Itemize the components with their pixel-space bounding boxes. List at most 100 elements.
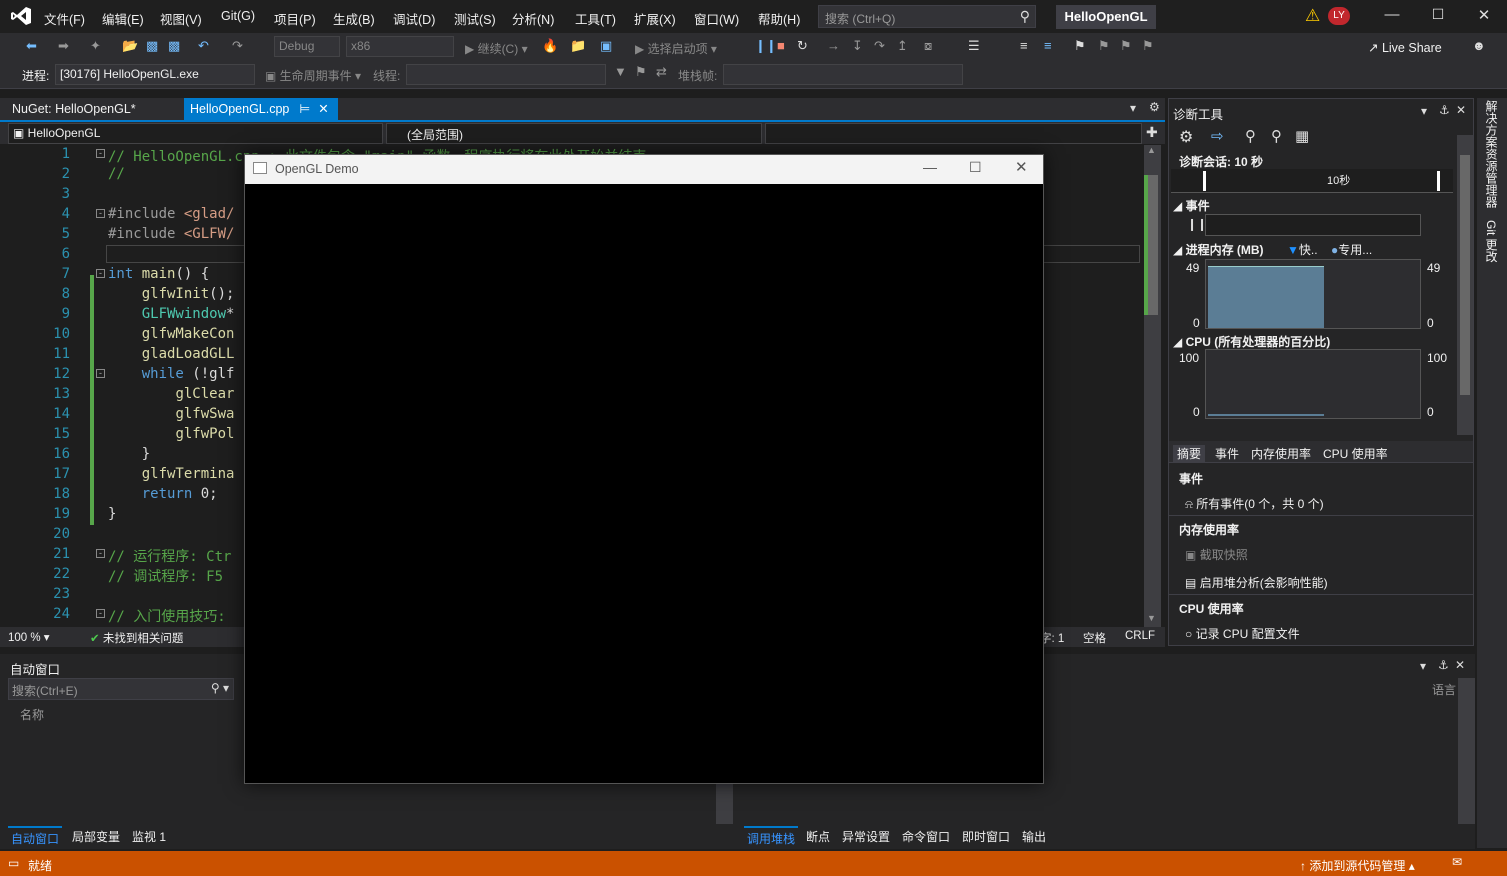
continue-button[interactable]: ▶ 继续(C) ▾ xyxy=(465,40,528,57)
menu-item[interactable]: 生成(B) xyxy=(333,9,375,28)
all-events-link[interactable]: ⍾ 所有事件(0 个，共 0 个) xyxy=(1185,495,1324,512)
code-line[interactable]: // 调试程序: F5 xyxy=(108,566,223,586)
uncomment-icon[interactable]: ≡ xyxy=(1044,38,1052,53)
stop-icon[interactable]: ■ xyxy=(777,38,785,53)
show-next-icon[interactable]: → xyxy=(827,38,840,53)
config-select[interactable]: Debug xyxy=(274,36,340,57)
menu-item[interactable]: Git(G) xyxy=(221,9,255,23)
diag-pin-icon[interactable]: ⚓ xyxy=(1439,103,1450,117)
code-line[interactable]: #include <glad/ xyxy=(108,206,234,222)
editor-scrollbar[interactable]: ▲ ▼ xyxy=(1144,145,1161,627)
screenshot-icon[interactable]: ▣ xyxy=(600,38,612,54)
step-over-icon[interactable]: ↷ xyxy=(874,38,885,54)
diag-export-icon[interactable]: ⇨ xyxy=(1211,127,1224,145)
menu-item[interactable]: 调试(D) xyxy=(393,9,435,28)
heap-profiling-button[interactable]: ▤ 启用堆分析(会影响性能) xyxy=(1185,574,1328,591)
settings-icon[interactable]: ⚙ xyxy=(1149,100,1160,114)
tab-call-stack[interactable]: 调用堆栈 xyxy=(744,826,799,849)
thread-select[interactable] xyxy=(406,64,606,85)
code-line[interactable]: int main() { xyxy=(108,266,209,282)
avatar[interactable]: LY xyxy=(1328,7,1350,25)
opengl-canvas[interactable] xyxy=(245,184,1043,783)
step-into-icon[interactable]: ↧ xyxy=(852,38,863,54)
tab-events[interactable]: 事件 xyxy=(1215,445,1239,462)
zoom-select[interactable]: 100 % ▾ xyxy=(8,630,50,644)
tab-memory-usage[interactable]: 内存使用率 xyxy=(1251,445,1311,462)
code-line[interactable]: glClear xyxy=(108,386,234,402)
threads-icon[interactable]: ☰ xyxy=(968,38,980,54)
opengl-maximize-button[interactable]: ☐ xyxy=(969,159,982,176)
filter-icon[interactable]: ▼ xyxy=(614,64,627,79)
diag-scrollbar[interactable] xyxy=(1457,135,1473,435)
live-share-button[interactable]: ↗ Live Share xyxy=(1368,40,1442,55)
save-icon[interactable]: ▩ xyxy=(146,38,158,54)
menu-item[interactable]: 扩展(X) xyxy=(634,9,676,28)
spaces-indicator[interactable]: 空格 xyxy=(1083,630,1106,646)
opengl-demo-window[interactable]: OpenGL Demo — ☐ ✕ xyxy=(244,154,1044,784)
timeline-end-marker[interactable] xyxy=(1437,171,1440,191)
fold-toggle-icon[interactable]: - xyxy=(96,269,105,278)
undo-icon[interactable]: ↶ xyxy=(198,38,209,54)
code-line[interactable]: // 入门使用技巧: xyxy=(108,606,226,626)
lifecycle-events-button[interactable]: ▣ 生命周期事件 ▾ xyxy=(265,67,361,84)
folder-icon[interactable]: 📁 xyxy=(570,38,586,54)
next-bookmark-icon[interactable]: ⚑ xyxy=(1120,38,1132,54)
scope-select[interactable]: (全局范围) xyxy=(386,123,762,144)
code-line[interactable]: glfwTermina xyxy=(108,466,235,482)
fold-toggle-icon[interactable]: - xyxy=(96,149,105,158)
opengl-title-bar[interactable]: OpenGL Demo — ☐ ✕ xyxy=(245,155,1043,184)
issues-indicator[interactable]: ✔ 未找到相关问题 xyxy=(90,630,183,646)
memory-chart[interactable] xyxy=(1205,259,1421,329)
comment-icon[interactable]: ≡ xyxy=(1020,38,1028,53)
tab-output[interactable]: 输出 xyxy=(1022,828,1046,845)
scroll-thumb[interactable] xyxy=(1147,175,1158,315)
fold-toggle-icon[interactable]: - xyxy=(96,369,105,378)
code-line[interactable]: glfwPol xyxy=(108,426,234,442)
warning-icon[interactable]: ⚠ xyxy=(1305,6,1320,26)
code-line[interactable]: glfwSwa xyxy=(108,406,234,422)
tab-autos[interactable]: 自动窗口 xyxy=(8,826,63,849)
code-line[interactable]: // xyxy=(108,166,125,182)
diag-close-icon[interactable]: ✕ xyxy=(1456,103,1466,117)
tab-hello-cpp[interactable]: HelloOpenGL.cpp ⊨ ✕ xyxy=(184,98,338,120)
callstack-pin-icon[interactable]: ⚓ xyxy=(1438,658,1449,672)
restart-icon[interactable]: ↻ xyxy=(797,38,808,54)
scrollbar-down-icon[interactable]: ▼ xyxy=(1147,613,1156,623)
autos-scrollbar[interactable] xyxy=(716,784,733,824)
zoom-in-icon[interactable]: ⚲ xyxy=(1245,127,1256,145)
eol-indicator[interactable]: CRLF xyxy=(1125,630,1155,642)
callstack-close-icon[interactable]: ✕ xyxy=(1455,658,1465,672)
opengl-minimize-button[interactable]: — xyxy=(923,159,937,175)
code-line[interactable]: } xyxy=(108,506,116,522)
tab-command-window[interactable]: 命令窗口 xyxy=(902,828,950,845)
step-out-icon[interactable]: ↥ xyxy=(897,38,908,54)
menu-item[interactable]: 工具(T) xyxy=(575,9,616,28)
redo-icon[interactable]: ↷ xyxy=(232,38,243,54)
platform-select[interactable]: x86 xyxy=(346,36,454,57)
code-line[interactable]: glfwInit(); xyxy=(108,286,235,302)
diag-settings-icon[interactable]: ⚙ xyxy=(1179,127,1193,147)
prev-bookmark-icon[interactable]: ⚑ xyxy=(1098,38,1110,54)
close-tab-icon[interactable]: ✕ xyxy=(318,102,328,116)
search-box[interactable]: 搜索 (Ctrl+Q) ⚲ xyxy=(818,5,1036,28)
menu-item[interactable]: 视图(V) xyxy=(160,9,202,28)
process-select[interactable]: [30176] HelloOpenGL.exe xyxy=(55,64,255,85)
member-select[interactable] xyxy=(765,123,1142,144)
menu-item[interactable]: 窗口(W) xyxy=(694,9,739,28)
clear-bookmark-icon[interactable]: ⚑ xyxy=(1142,38,1154,54)
stackframe-select[interactable] xyxy=(723,64,963,85)
startup-item-button[interactable]: ▶ 选择启动项 ▾ xyxy=(635,40,717,57)
menu-item[interactable]: 分析(N) xyxy=(512,9,554,28)
open-icon[interactable]: 📂 xyxy=(122,38,138,54)
fold-toggle-icon[interactable]: - xyxy=(96,549,105,558)
callstack-scrollbar[interactable] xyxy=(1458,678,1475,824)
code-line[interactable]: gladLoadGLL xyxy=(108,346,235,362)
opengl-close-button[interactable]: ✕ xyxy=(1015,158,1028,176)
scrollbar-up-icon[interactable]: ▲ xyxy=(1147,145,1156,155)
code-line[interactable]: return 0; xyxy=(108,486,218,502)
code-line[interactable]: } xyxy=(108,446,150,462)
fold-toggle-icon[interactable]: - xyxy=(96,609,105,618)
tab-exception-settings[interactable]: 异常设置 xyxy=(842,828,890,845)
tab-dropdown-icon[interactable]: ▾ xyxy=(1130,101,1136,115)
cpu-chart[interactable] xyxy=(1205,349,1421,419)
